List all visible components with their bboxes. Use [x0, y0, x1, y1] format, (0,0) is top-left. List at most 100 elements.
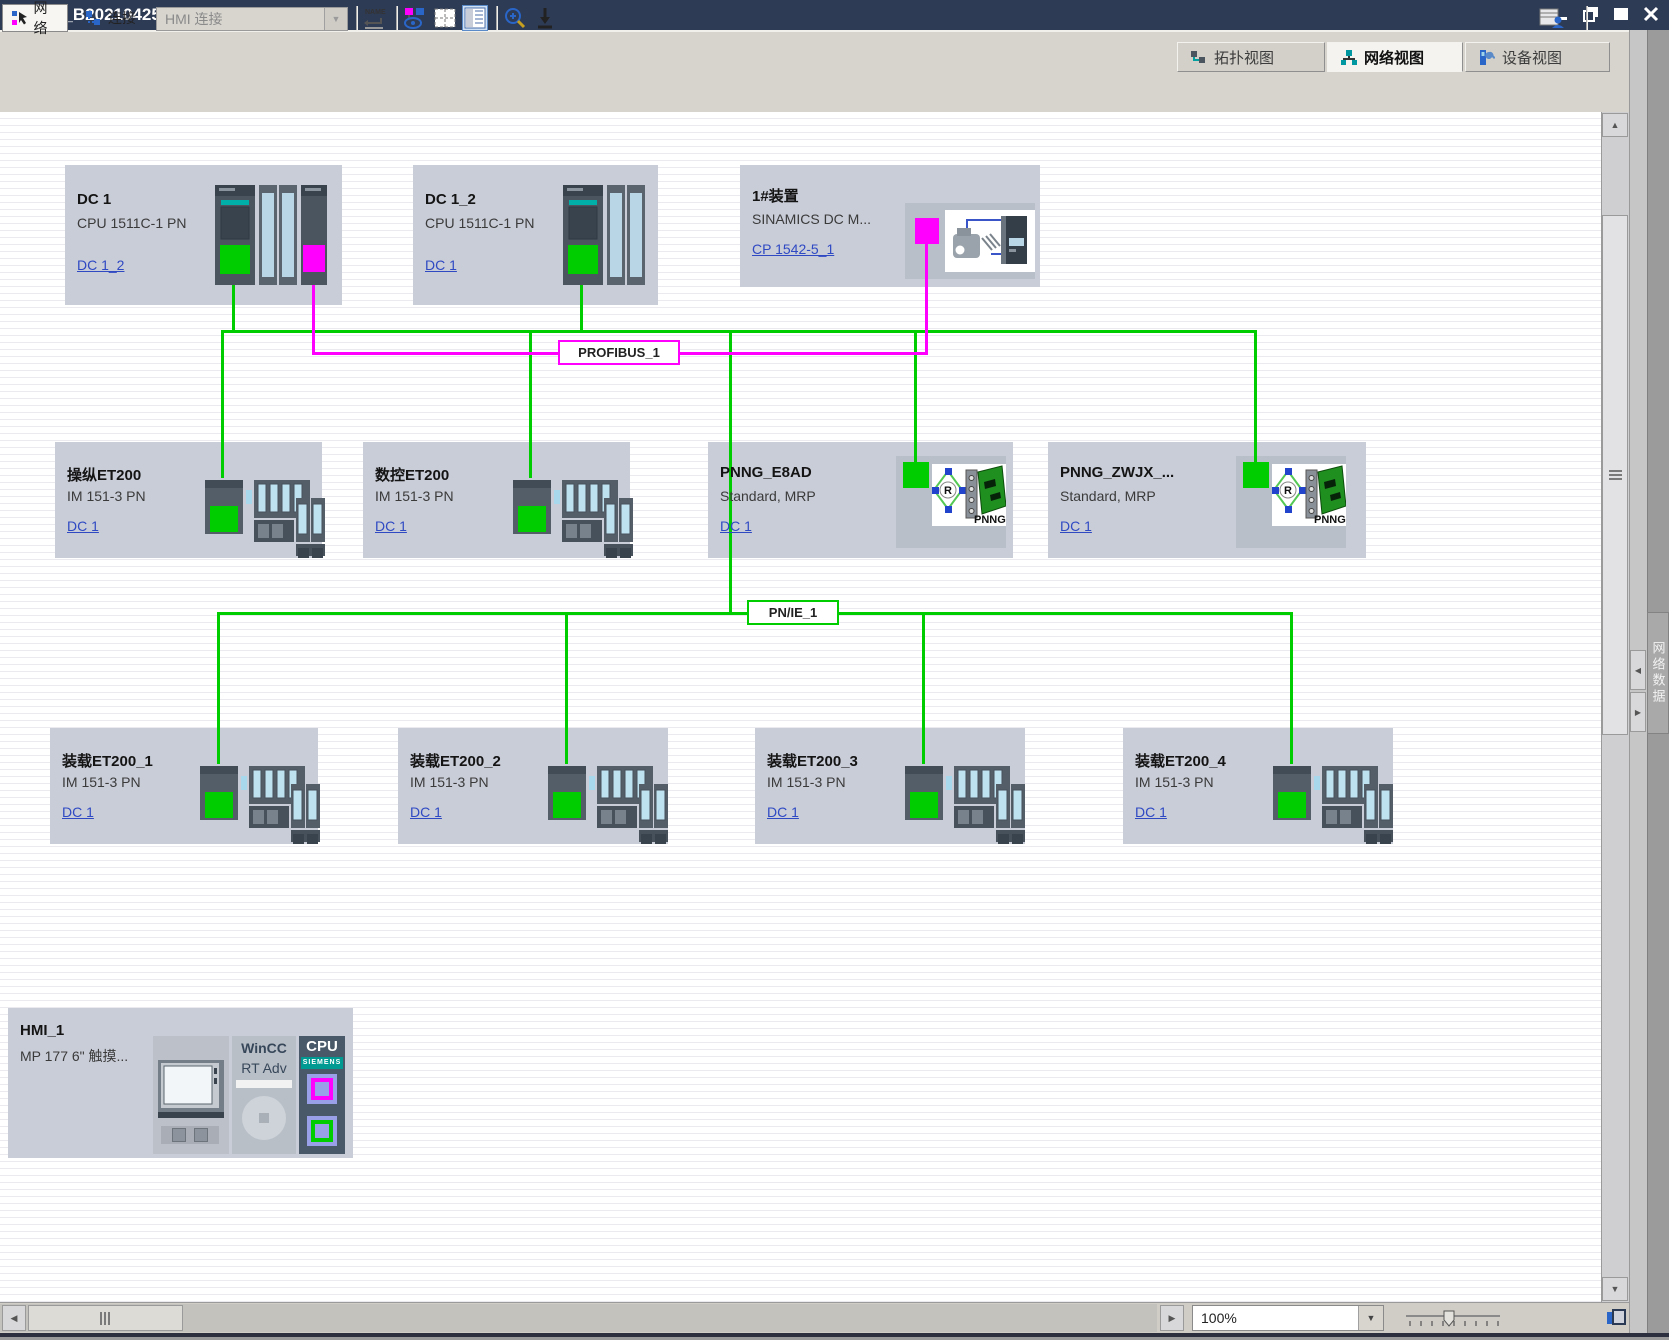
pnng-card-graphic[interactable]: [932, 464, 1006, 526]
device-name: PNNG_ZWJX_...: [1060, 464, 1174, 481]
ethernet-port[interactable]: [1243, 462, 1269, 488]
ethernet-line-segment[interactable]: [221, 330, 224, 478]
show-interface-colors-button[interactable]: [402, 5, 428, 31]
ethernet-port[interactable]: [903, 462, 929, 488]
wincc-label: WinCC: [232, 1040, 296, 1056]
et200-graphic[interactable]: [905, 764, 1025, 846]
vertical-scroll-thumb[interactable]: [1602, 215, 1628, 735]
connections-mode-label: 连接: [108, 8, 136, 28]
zoom-icon: [503, 6, 527, 30]
profibus-port[interactable]: [915, 218, 939, 244]
network-cursor-icon: [11, 9, 27, 27]
hmi-touchscreen-graphic[interactable]: [158, 1060, 224, 1120]
zoom-slider-thumb[interactable]: [1444, 1311, 1454, 1326]
device-subnet-link[interactable]: DC 1: [1060, 518, 1092, 534]
device-type: SINAMICS DC M...: [752, 211, 871, 227]
show-page-breaks-button[interactable]: [432, 5, 458, 31]
device-name: DC 1_2: [425, 191, 476, 208]
device-type: IM 151-3 PN: [1135, 774, 1214, 790]
window-settings-button[interactable]: [1537, 5, 1567, 31]
network-mode-label: 网络: [33, 0, 59, 38]
ethernet-line-segment[interactable]: [232, 278, 235, 330]
device-name: 装载ET200_4: [1135, 750, 1226, 771]
relabel-devices-button[interactable]: NAME: [362, 5, 388, 31]
dropdown-arrow-icon[interactable]: ▼: [1358, 1306, 1383, 1330]
ethernet-chip-port: [311, 1120, 333, 1142]
et200-graphic[interactable]: [548, 764, 668, 846]
et200-graphic[interactable]: [513, 478, 633, 560]
profibus-line-segment[interactable]: [925, 244, 928, 355]
profibus-line-segment[interactable]: [312, 278, 315, 355]
collapse-left-button[interactable]: ◀: [1630, 650, 1646, 690]
ethernet-bus-line[interactable]: [221, 330, 1257, 333]
scroll-down-button[interactable]: ▼: [1602, 1277, 1628, 1301]
collapse-right-button[interactable]: ▶: [1630, 692, 1646, 732]
toggle-overview-table-button[interactable]: [462, 5, 488, 31]
sinamics-graphic[interactable]: [945, 210, 1035, 272]
device-subnet-link[interactable]: DC 1: [425, 257, 457, 273]
toolbar-separator: [1586, 6, 1588, 30]
scroll-right-button[interactable]: ▶: [1160, 1305, 1184, 1331]
device-subnet-link[interactable]: DC 1: [720, 518, 752, 534]
et200-graphic[interactable]: [1273, 764, 1393, 846]
wincc-rtadv-label: RT Adv: [232, 1060, 296, 1076]
tab-network-view[interactable]: 网络视图: [1327, 42, 1463, 72]
dropdown-arrow-icon[interactable]: ▼: [324, 8, 347, 30]
tab-label: 拓扑视图: [1214, 47, 1274, 68]
pnie-subnet-label[interactable]: PN/IE_1: [747, 600, 839, 625]
device-subnet-link[interactable]: DC 1: [767, 804, 799, 820]
plc-graphic[interactable]: [215, 185, 327, 285]
zoom-slider[interactable]: [1404, 1308, 1504, 1330]
tia-portal-window: R PNNG YC1892_B20210425: [0, 0, 1669, 1340]
horizontal-scroll-thumb[interactable]: [28, 1305, 183, 1331]
scroll-up-button[interactable]: ▲: [1602, 113, 1628, 137]
connections-mode-button[interactable]: 连接: [76, 4, 150, 32]
close-button[interactable]: [1641, 4, 1661, 24]
zoom-select-button[interactable]: [502, 5, 528, 31]
toolbar-separator: [496, 6, 498, 30]
device-type: IM 151-3 PN: [67, 488, 146, 504]
ethernet-line-segment[interactable]: [914, 330, 917, 464]
device-subnet-link[interactable]: DC 1: [410, 804, 442, 820]
network-mode-button[interactable]: 网络: [2, 4, 68, 32]
ethernet-line-segment[interactable]: [1290, 612, 1293, 764]
device-type: IM 151-3 PN: [410, 774, 489, 790]
ethernet-line-segment[interactable]: [580, 278, 583, 330]
tab-device-view[interactable]: 设备视图: [1465, 42, 1610, 72]
ethernet-line-segment[interactable]: [565, 612, 568, 764]
window-user-icon: [1539, 7, 1565, 29]
device-type: MP 177 6" 触摸...: [20, 1046, 128, 1066]
device-subnet-link[interactable]: DC 1: [375, 518, 407, 534]
zoom-level-dropdown[interactable]: 100% ▼: [1192, 1305, 1384, 1331]
hmi-key: [194, 1128, 208, 1142]
et200-graphic[interactable]: [205, 478, 325, 560]
device-subnet-link[interactable]: DC 1: [67, 518, 99, 534]
pnng-card-graphic[interactable]: [1272, 464, 1346, 526]
topology-view-icon: [1190, 49, 1207, 66]
tab-topology-view[interactable]: 拓扑视图: [1177, 42, 1325, 72]
maximize-button[interactable]: [1611, 4, 1631, 24]
device-subnet-link[interactable]: CP 1542-5_1: [752, 241, 834, 257]
profibus-subnet-label[interactable]: PROFIBUS_1: [558, 340, 680, 365]
cpu-chip-profibus: [307, 1074, 337, 1104]
plc-graphic[interactable]: [563, 185, 645, 285]
network-data-panel-tab[interactable]: 网络数据: [1647, 612, 1669, 734]
device-subnet-link[interactable]: DC 1: [1135, 804, 1167, 820]
et200-graphic[interactable]: [200, 764, 320, 846]
disc-center: [259, 1113, 269, 1123]
interface-colors-icon: [403, 6, 427, 30]
hmi-keys-graphic: [161, 1126, 219, 1144]
scroll-left-button[interactable]: ◀: [2, 1305, 26, 1331]
device-subnet-link[interactable]: DC 1_2: [77, 257, 124, 273]
restore-button[interactable]: [1581, 4, 1601, 24]
device-type: Standard, MRP: [720, 488, 816, 504]
ethernet-line-segment[interactable]: [1254, 330, 1257, 464]
thumb-grip: [1609, 470, 1622, 482]
connection-type-dropdown[interactable]: HMI 连接 ▼: [156, 7, 348, 31]
ethernet-line-segment[interactable]: [217, 612, 220, 764]
device-subnet-link[interactable]: DC 1: [62, 804, 94, 820]
device-name: PNNG_E8AD: [720, 464, 812, 481]
fit-selection-button[interactable]: [1602, 1305, 1629, 1331]
fit-to-view-button[interactable]: [532, 5, 558, 31]
ethernet-line-segment[interactable]: [922, 612, 925, 764]
